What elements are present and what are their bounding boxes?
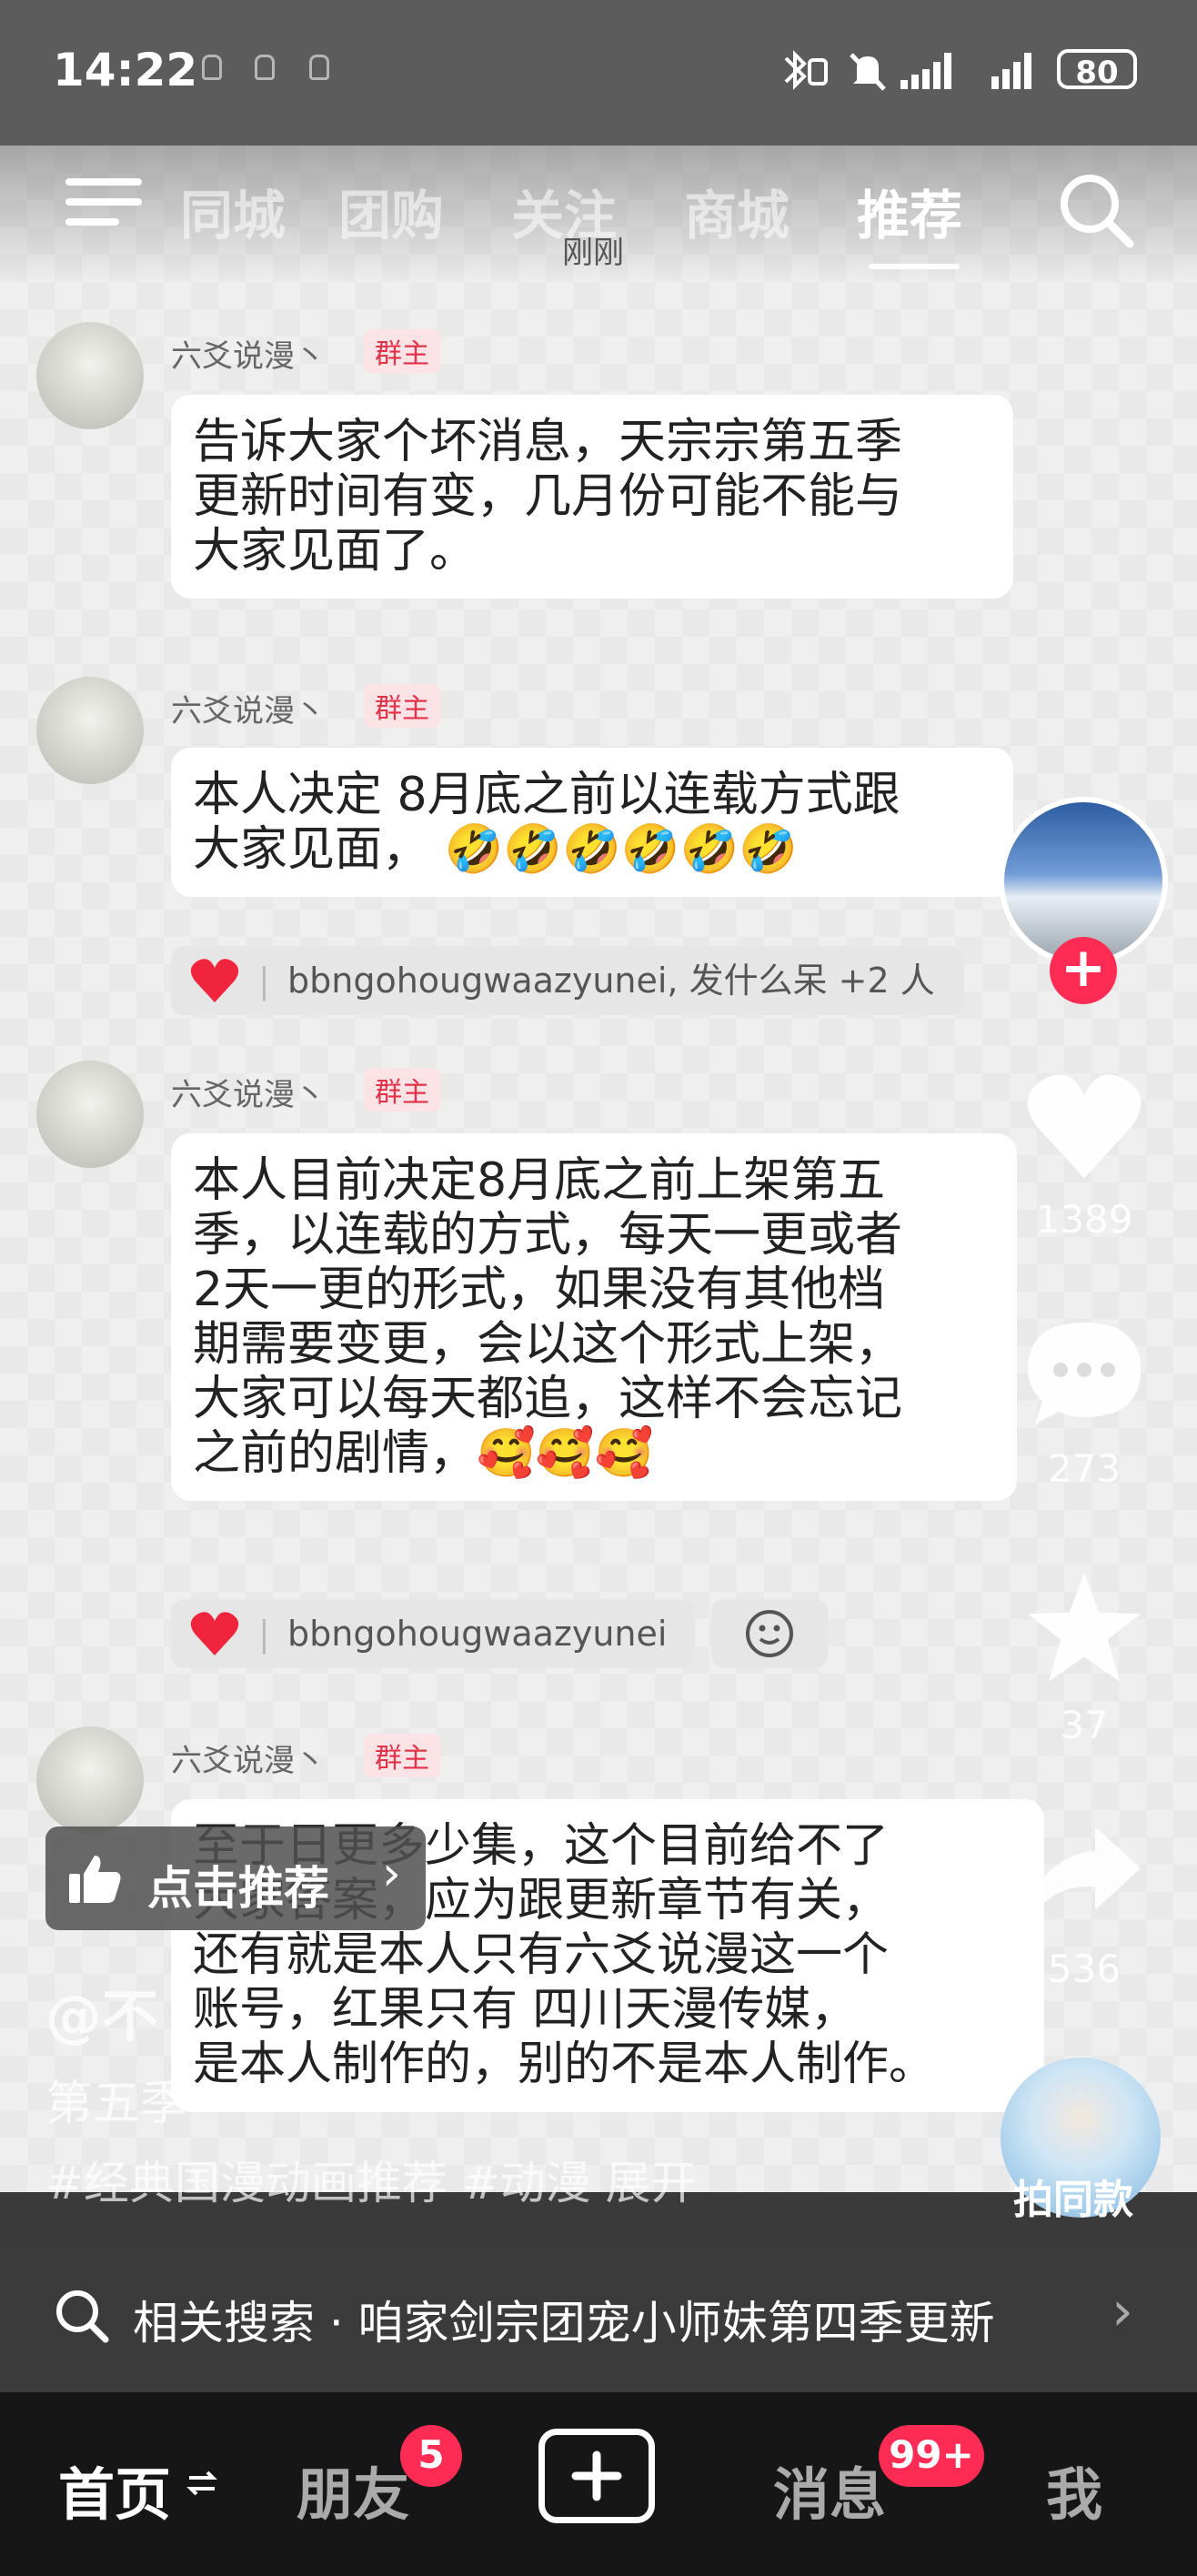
post-timestamp: 刚刚 <box>562 235 624 271</box>
favorite-count: 37 <box>1060 1703 1109 1747</box>
group-owner-badge: 群主 <box>364 684 440 728</box>
favorite-star-icon[interactable] <box>1022 1568 1146 1686</box>
author-handle[interactable]: @不 <box>45 1970 158 2052</box>
heart-icon <box>190 959 239 1002</box>
tab-messages[interactable]: 消息 <box>773 2449 886 2531</box>
message-text: 期需要变更，会以这个形式上架， <box>193 1317 903 1372</box>
tab-me[interactable]: 我 <box>1046 2449 1102 2531</box>
chevron-right-icon: › <box>1112 2279 1133 2343</box>
search-icon <box>56 2290 109 2343</box>
refresh-arrows-icon <box>186 2470 217 2496</box>
related-search-bar[interactable]: 相关搜索 · 咱家剑宗团宠小师妹第四季更新 › <box>0 2239 1197 2392</box>
avatar[interactable] <box>36 677 144 784</box>
message-text: 是本人制作的，别的不是本人制作。 <box>193 2038 936 2091</box>
recommend-label: 点击推荐 <box>147 1862 329 1915</box>
avatar[interactable] <box>36 1726 144 1834</box>
menu-icon[interactable] <box>65 178 142 233</box>
mute-icon <box>850 53 886 91</box>
notification-icon <box>309 55 329 80</box>
search-icon[interactable] <box>1055 169 1135 249</box>
video-description: 第五季 <box>45 2077 188 2131</box>
chevron-right-icon: › <box>382 1846 401 1901</box>
message-text: 之前的剧情，🥰🥰🥰 <box>193 1426 654 1481</box>
create-post-button[interactable] <box>538 2429 655 2523</box>
notification-icon <box>202 55 222 80</box>
tab-nearby[interactable]: 同城 <box>180 173 286 249</box>
share-arrow-icon[interactable] <box>1022 1819 1146 1928</box>
group-owner-badge: 群主 <box>364 1068 440 1112</box>
bluetooth-icon <box>784 50 828 90</box>
message-text: 本人决定 8月底之前以连载方式跟 <box>193 768 900 822</box>
message-text: 大家见面了。 <box>193 524 478 579</box>
comment-count: 273 <box>1047 1446 1122 1491</box>
clock: 14:22 <box>53 44 198 96</box>
tab-mall[interactable]: 商城 <box>684 173 790 249</box>
group-owner-badge: 群主 <box>364 329 440 373</box>
reaction-bar[interactable]: | bbngohougwaazyunei <box>171 1599 695 1668</box>
reaction-bar[interactable]: | bbngohougwaazyunei, 发什么呆 +2 人 <box>171 946 964 1015</box>
thumbs-up-icon <box>69 1856 121 1903</box>
sender-name: 六爻说漫丶 <box>171 338 326 375</box>
group-owner-badge: 群主 <box>364 1734 440 1777</box>
notification-icon <box>255 55 275 80</box>
follow-plus-icon[interactable]: + <box>1050 937 1117 1004</box>
recommend-button[interactable]: 点击推荐 › <box>45 1826 426 1930</box>
message-text: 2天一更的形式，如果没有其他档 <box>193 1263 886 1317</box>
message-text: 大家可以每天都追，这样不会忘记 <box>193 1372 903 1426</box>
message-text: 还有就是本人只有六爻说漫这一个 <box>193 1928 890 1982</box>
plus-icon <box>571 2450 622 2501</box>
tab-friends[interactable]: 朋友 <box>297 2449 409 2531</box>
message-text: 更新时间有变，几月份可能不能与 <box>193 469 903 524</box>
same-style-label[interactable]: 拍同款 <box>1013 2167 1133 2225</box>
avatar[interactable] <box>36 322 144 429</box>
message-bubble[interactable]: 本人决定 8月底之前以连载方式跟 大家见面， 🤣🤣🤣🤣🤣🤣 <box>171 748 1013 897</box>
tab-recommend[interactable]: 推荐 <box>857 173 962 249</box>
message-text: 告诉大家个坏消息，天宗宗第五季 <box>193 415 903 469</box>
message-text: 大家见面， 🤣🤣🤣🤣🤣🤣 <box>193 822 799 877</box>
active-tab-indicator <box>869 264 960 269</box>
like-count: 1389 <box>1035 1197 1133 1242</box>
related-search-label: 相关搜索 · 咱家剑宗团宠小师妹第四季更新 <box>133 2297 995 2350</box>
smiley-icon <box>746 1610 793 1657</box>
tab-home[interactable]: 首页 <box>58 2449 171 2531</box>
reaction-users: bbngohougwaazyunei <box>287 1614 668 1654</box>
message-text: 本人目前决定8月底之前上架第五 <box>193 1153 886 1208</box>
add-reaction-button[interactable] <box>711 1599 828 1668</box>
messages-badge: 99+ <box>879 2425 984 2487</box>
signal-icon <box>991 53 1031 89</box>
friends-badge: 5 <box>400 2425 462 2487</box>
message-bubble[interactable]: 本人目前决定8月底之前上架第五 季，以连载的方式，每天一更或者 2天一更的形式，… <box>171 1133 1017 1501</box>
comment-icon[interactable] <box>1022 1317 1146 1430</box>
heart-icon <box>190 1612 239 1655</box>
avatar[interactable] <box>36 1061 144 1168</box>
share-count: 536 <box>1047 1947 1122 1991</box>
like-heart-icon[interactable] <box>1022 1070 1146 1182</box>
message-text: 季，以连载的方式，每天一更或者 <box>193 1208 903 1263</box>
status-bar: 14:22 80 <box>0 0 1197 146</box>
reaction-users: bbngohougwaazyunei, 发什么呆 +2 人 <box>287 961 935 1001</box>
message-bubble[interactable]: 告诉大家个坏消息，天宗宗第五季 更新时间有变，几月份可能不能与 大家见面了。 <box>171 395 1013 599</box>
message-text: 账号，红果只有 四川天漫传媒， <box>193 1983 858 2037</box>
sender-name: 六爻说漫丶 <box>171 693 326 730</box>
video-tags[interactable]: #经典国漫动画推荐 #动漫 展开 <box>45 2147 697 2212</box>
sender-name: 六爻说漫丶 <box>171 1077 326 1113</box>
battery-indicator: 80 <box>1057 49 1137 91</box>
signal-icon <box>900 53 951 89</box>
tab-group-buy[interactable]: 团购 <box>338 173 444 249</box>
sender-name: 六爻说漫丶 <box>171 1743 326 1779</box>
